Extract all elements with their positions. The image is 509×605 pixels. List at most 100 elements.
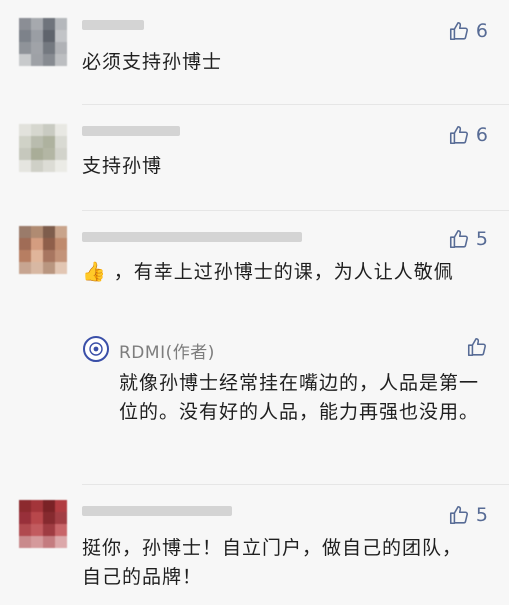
- commenter-name-blurred[interactable]: [82, 20, 144, 30]
- avatar-mosaic-cell: [19, 238, 31, 250]
- avatar-mosaic-cell: [19, 512, 31, 524]
- comment-text: 必须支持孙博士: [82, 51, 223, 73]
- comment-item: 6 必须支持孙博士: [0, 0, 509, 110]
- avatar-mosaic-cell: [55, 536, 67, 548]
- avatar-mosaic-cell: [19, 42, 31, 54]
- avatar-mosaic-cell: [55, 136, 67, 148]
- avatar-mosaic-cell: [43, 42, 55, 54]
- comment-item: 5 👍 ，有幸上过孙博士的课，为人让人敬佩 RDMI(作者) 就像孙博士经常挂在…: [0, 214, 509, 484]
- thumb-up-icon: [448, 504, 470, 526]
- avatar-mosaic-cell: [43, 262, 55, 274]
- avatar-mosaic-cell: [31, 524, 43, 536]
- comment-text: 👍 ，有幸上过孙博士的课，为人让人敬佩: [82, 261, 454, 283]
- comment-text: 挺你，孙博士！自立门户，做自己的团队，自己的品牌！: [82, 537, 463, 588]
- like-button[interactable]: 5: [448, 504, 488, 526]
- thumb-up-icon: [448, 124, 470, 146]
- avatar-mosaic-cell: [43, 148, 55, 160]
- comment-item: 5 挺你，孙博士！自立门户，做自己的团队，自己的品牌！: [0, 488, 509, 605]
- avatar-mosaic-cell: [31, 250, 43, 262]
- reply-like-button[interactable]: [466, 336, 488, 358]
- divider: [82, 104, 509, 105]
- avatar-mosaic-cell: [31, 148, 43, 160]
- reply-text: 就像孙博士经常挂在嘴边的，人品是第一位的。没有好的人品，能力再强也没用。: [119, 372, 480, 423]
- avatar-mosaic-cell: [55, 30, 67, 42]
- avatar-mosaic-cell: [19, 250, 31, 262]
- avatar-mosaic-cell: [19, 124, 31, 136]
- like-button[interactable]: 6: [448, 124, 488, 146]
- avatar-mosaic-cell: [19, 262, 31, 274]
- avatar-mosaic-cell: [19, 18, 31, 30]
- divider: [82, 210, 509, 211]
- avatar-mosaic-cell: [55, 160, 67, 172]
- avatar[interactable]: [19, 18, 67, 66]
- commenter-name-blurred[interactable]: [82, 126, 180, 136]
- avatar-mosaic-cell: [55, 124, 67, 136]
- avatar-mosaic-cell: [43, 18, 55, 30]
- avatar-mosaic-cell: [31, 136, 43, 148]
- avatar[interactable]: [19, 124, 67, 172]
- avatar-mosaic-cell: [55, 148, 67, 160]
- like-count: 6: [475, 20, 488, 42]
- avatar-mosaic-cell: [43, 536, 55, 548]
- avatar-mosaic-cell: [19, 30, 31, 42]
- avatar-mosaic-cell: [19, 500, 31, 512]
- avatar-mosaic-cell: [55, 512, 67, 524]
- like-button[interactable]: 6: [448, 20, 488, 42]
- like-count: 5: [475, 504, 488, 526]
- avatar-mosaic-cell: [19, 226, 31, 238]
- avatar-mosaic-cell: [19, 524, 31, 536]
- avatar-mosaic-cell: [31, 42, 43, 54]
- avatar-mosaic-cell: [31, 124, 43, 136]
- avatar-mosaic-cell: [43, 136, 55, 148]
- avatar-mosaic-cell: [43, 238, 55, 250]
- avatar-mosaic-cell: [55, 18, 67, 30]
- avatar-mosaic-cell: [31, 262, 43, 274]
- avatar-mosaic-cell: [43, 30, 55, 42]
- avatar-mosaic-cell: [43, 226, 55, 238]
- avatar-mosaic-cell: [43, 124, 55, 136]
- avatar-mosaic-cell: [43, 250, 55, 262]
- avatar-mosaic-cell: [31, 30, 43, 42]
- avatar-mosaic-cell: [31, 238, 43, 250]
- comment-text: 支持孙博: [82, 155, 163, 177]
- avatar[interactable]: [19, 500, 67, 548]
- avatar-mosaic-cell: [31, 512, 43, 524]
- like-button[interactable]: 5: [448, 228, 488, 250]
- avatar-mosaic-cell: [19, 54, 31, 66]
- avatar-mosaic-cell: [19, 148, 31, 160]
- avatar-mosaic-cell: [31, 226, 43, 238]
- avatar-mosaic-cell: [43, 524, 55, 536]
- avatar[interactable]: [19, 226, 67, 274]
- avatar-mosaic-cell: [55, 226, 67, 238]
- reply-author[interactable]: RDMI(作者): [119, 338, 215, 363]
- avatar-mosaic-cell: [55, 262, 67, 274]
- avatar-mosaic-cell: [55, 42, 67, 54]
- comment-item: 6 支持孙博: [0, 110, 509, 210]
- avatar-mosaic-cell: [31, 536, 43, 548]
- like-count: 6: [475, 124, 488, 146]
- avatar-mosaic-cell: [31, 500, 43, 512]
- avatar-mosaic-cell: [55, 54, 67, 66]
- avatar-mosaic-cell: [19, 536, 31, 548]
- like-count: 5: [475, 228, 488, 250]
- avatar-mosaic-cell: [55, 500, 67, 512]
- commenter-name-blurred[interactable]: [82, 506, 232, 516]
- rdmi-logo-icon: [83, 336, 109, 362]
- avatar-mosaic-cell: [43, 512, 55, 524]
- avatar-mosaic-cell: [31, 54, 43, 66]
- divider: [82, 484, 509, 485]
- avatar-mosaic-cell: [43, 54, 55, 66]
- thumb-up-icon: [466, 336, 488, 358]
- commenter-name-blurred[interactable]: [82, 232, 302, 242]
- avatar-mosaic-cell: [43, 500, 55, 512]
- thumb-up-icon: [448, 20, 470, 42]
- avatar-mosaic-cell: [31, 18, 43, 30]
- avatar-mosaic-cell: [55, 524, 67, 536]
- thumb-up-icon: [448, 228, 470, 250]
- avatar-mosaic-cell: [43, 160, 55, 172]
- avatar-mosaic-cell: [55, 250, 67, 262]
- avatar-mosaic-cell: [31, 160, 43, 172]
- avatar-mosaic-cell: [55, 238, 67, 250]
- avatar-mosaic-cell: [19, 136, 31, 148]
- avatar-mosaic-cell: [19, 160, 31, 172]
